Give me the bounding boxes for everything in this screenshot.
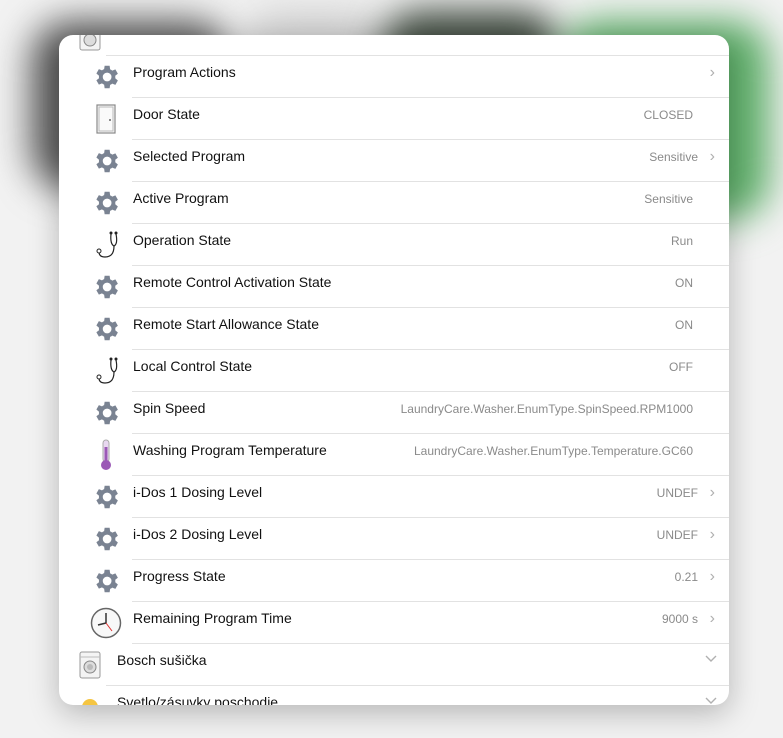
entity-value: LaundryCare.Washer.EnumType.SpinSpeed.RP… — [400, 402, 693, 416]
entity-row-progress-state[interactable]: Progress State 0.21 › — [59, 560, 729, 602]
gear-icon — [89, 564, 123, 598]
stethoscope-icon — [89, 228, 123, 262]
entity-row-i-dos-1-dosing-level[interactable]: i-Dos 1 Dosing Level UNDEF › — [59, 476, 729, 518]
entity-value: UNDEF — [656, 486, 698, 500]
entity-label: Local Control State — [133, 358, 253, 374]
entity-value: UNDEF — [656, 528, 698, 542]
thermometer-icon — [89, 438, 123, 472]
gear-icon — [89, 60, 123, 94]
entity-value: ON — [675, 276, 693, 290]
gear-icon — [89, 396, 123, 430]
entity-row-local-control-state[interactable]: Local Control State OFF — [59, 350, 729, 392]
group-header-washer-partial[interactable] — [59, 35, 729, 56]
entity-row-spin-speed[interactable]: Spin Speed LaundryCare.Washer.EnumType.S… — [59, 392, 729, 434]
gear-icon — [89, 480, 123, 514]
entity-label: Spin Speed — [133, 400, 206, 416]
chevron-right-icon: › — [709, 484, 715, 501]
entity-value: ON — [675, 318, 693, 332]
entity-value: Sensitive — [649, 150, 698, 164]
entity-value: CLOSED — [643, 108, 693, 122]
stethoscope-icon — [89, 354, 123, 388]
entity-label: Remaining Program Time — [133, 610, 292, 626]
group-label: Bosch sušička — [117, 652, 207, 668]
entity-value: 0.21 — [674, 570, 698, 584]
washing-machine-icon — [79, 35, 101, 56]
entity-row-program-actions[interactable]: Program Actions › — [59, 56, 729, 98]
entity-label: Washing Program Temperature — [133, 442, 327, 458]
entity-label: Remote Control Activation State — [133, 274, 332, 290]
entity-value: OFF — [669, 360, 693, 374]
entity-label: i-Dos 2 Dosing Level — [133, 526, 263, 542]
entity-list-panel: Program Actions › Door State CLOSED Sele… — [59, 35, 729, 705]
chevron-down-icon — [705, 650, 717, 662]
entity-row-washing-program-temperature[interactable]: Washing Program Temperature LaundryCare.… — [59, 434, 729, 476]
group-label: Svetlo/zásuvky poschodie — [117, 694, 279, 705]
gear-icon — [89, 312, 123, 346]
gear-icon — [89, 186, 123, 220]
chevron-down-icon — [705, 692, 717, 704]
chevron-right-icon: › — [709, 526, 715, 543]
gear-icon — [89, 270, 123, 304]
entity-label: Progress State — [133, 568, 226, 584]
group-header-0[interactable]: Bosch sušička — [59, 644, 729, 686]
clock-icon — [89, 606, 123, 640]
entity-row-remote-start-allowance-state[interactable]: Remote Start Allowance State ON — [59, 308, 729, 350]
entity-value: Sensitive — [644, 192, 693, 206]
chevron-right-icon: › — [709, 610, 715, 627]
entity-label: i-Dos 1 Dosing Level — [133, 484, 263, 500]
entity-label: Selected Program — [133, 148, 246, 164]
entity-row-selected-program[interactable]: Selected Program Sensitive › — [59, 140, 729, 182]
light-bulb-icon — [77, 690, 103, 705]
entity-row-remaining-program-time[interactable]: Remaining Program Time 9000 s › — [59, 602, 729, 644]
entity-row-operation-state[interactable]: Operation State Run — [59, 224, 729, 266]
gear-icon — [89, 522, 123, 556]
entity-label: Door State — [133, 106, 200, 122]
group-header-1[interactable]: Svetlo/zásuvky poschodie — [59, 686, 729, 705]
chevron-right-icon: › — [709, 64, 715, 81]
entity-row-door-state[interactable]: Door State CLOSED — [59, 98, 729, 140]
washing-machine-icon — [77, 648, 103, 682]
entity-label: Remote Start Allowance State — [133, 316, 319, 332]
entity-row-active-program[interactable]: Active Program Sensitive — [59, 182, 729, 224]
entity-label: Active Program — [133, 190, 229, 206]
entity-row-i-dos-2-dosing-level[interactable]: i-Dos 2 Dosing Level UNDEF › — [59, 518, 729, 560]
entity-row-remote-control-activation-state[interactable]: Remote Control Activation State ON — [59, 266, 729, 308]
entity-value: 9000 s — [661, 612, 698, 626]
entity-value: LaundryCare.Washer.EnumType.Temperature.… — [413, 444, 693, 458]
chevron-right-icon: › — [709, 568, 715, 585]
gear-icon — [89, 144, 123, 178]
door-icon — [89, 102, 123, 136]
chevron-right-icon: › — [709, 148, 715, 165]
entity-label: Operation State — [133, 232, 232, 248]
entity-value: Run — [670, 234, 693, 248]
entity-label: Program Actions — [133, 64, 236, 80]
